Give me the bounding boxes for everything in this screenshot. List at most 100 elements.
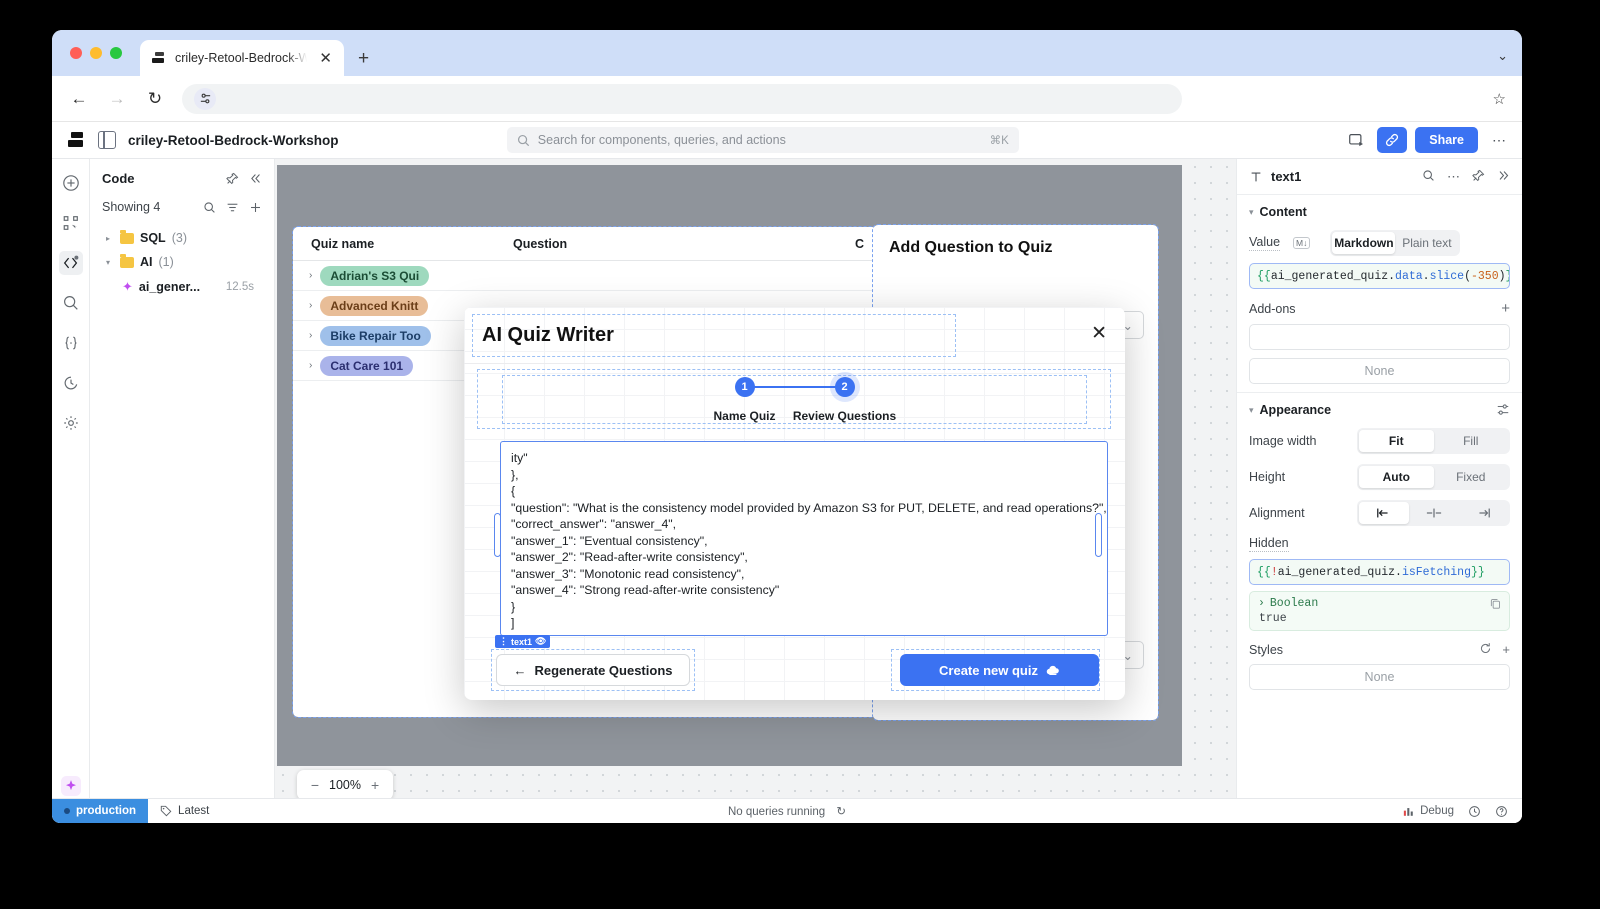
add-addon-icon[interactable]: + [1501, 300, 1510, 317]
step-2[interactable]: 2 Review Questions [790, 377, 900, 423]
segment-fill[interactable]: Fill [1434, 430, 1509, 452]
retool-toolbar: criley-Retool-Bedrock-Workshop Search fo… [52, 122, 1522, 159]
branch-selector[interactable]: Latest [148, 805, 221, 817]
more-options-icon[interactable]: ⋯ [1486, 127, 1512, 153]
segment-fit[interactable]: Fit [1359, 430, 1434, 452]
inspector-pin-icon[interactable] [1472, 169, 1485, 185]
canvas-zoom-control[interactable]: − 100% + [297, 770, 393, 800]
align-left-icon[interactable] [1359, 502, 1409, 524]
appearance-settings-icon[interactable] [1496, 403, 1510, 417]
chevron-down-icon[interactable]: ▾ [106, 258, 114, 267]
expand-row-icon[interactable]: › [309, 330, 312, 341]
segment-markdown[interactable]: Markdown [1332, 232, 1396, 254]
environment-badge[interactable]: production [52, 798, 149, 823]
regenerate-questions-button[interactable]: ← Regenerate Questions [496, 654, 690, 686]
add-component-icon[interactable] [59, 171, 83, 195]
new-tab-button[interactable]: + [358, 49, 369, 68]
browser-tab[interactable]: criley-Retool-Bedrock-Works ✕ [140, 40, 344, 76]
expand-row-icon[interactable]: › [309, 300, 312, 311]
close-modal-icon[interactable]: ✕ [1091, 324, 1107, 343]
settings-gear-icon[interactable] [59, 411, 83, 435]
debug-label: Debug [1420, 805, 1454, 817]
tree-folder-sql[interactable]: ▸ SQL (3) [90, 226, 274, 250]
expand-row-icon[interactable]: › [309, 360, 312, 371]
align-right-icon[interactable] [1458, 502, 1508, 524]
value-format-segmented[interactable]: Markdown Plain text [1330, 230, 1461, 256]
reload-icon[interactable]: ↻ [144, 88, 166, 110]
height-segmented[interactable]: Auto Fixed [1357, 464, 1510, 490]
segment-plain-text[interactable]: Plain text [1395, 232, 1458, 254]
image-width-segmented[interactable]: Fit Fill [1357, 428, 1510, 454]
toggle-panel-icon[interactable] [98, 131, 116, 149]
left-resize-handle[interactable] [494, 513, 501, 557]
selected-component-badge[interactable]: ⋮ text1 👁 [495, 635, 551, 648]
search-queries-icon[interactable] [203, 201, 216, 214]
addons-value[interactable] [1249, 324, 1510, 350]
inspector-expand-icon[interactable] [1497, 169, 1510, 185]
components-tree-icon[interactable] [59, 211, 83, 235]
value-code-input[interactable]: {{ai_generated_quiz.data.slice(-350)}} [1249, 263, 1510, 289]
help-icon[interactable] [1495, 805, 1508, 818]
inspector-more-icon[interactable]: ⋯ [1447, 169, 1460, 185]
content-section-header[interactable]: ▾ Content [1237, 195, 1522, 225]
pin-icon[interactable] [226, 172, 239, 185]
create-new-quiz-button[interactable]: Create new quiz [900, 654, 1099, 686]
hidden-eye-icon[interactable]: 👁 [535, 636, 546, 647]
chevron-down-icon[interactable]: ▾ [1249, 405, 1254, 416]
history-icon[interactable] [1468, 805, 1481, 818]
state-variables-icon[interactable] [59, 331, 83, 355]
zoom-in-button[interactable]: + [371, 777, 379, 793]
tree-folder-ai[interactable]: ▾ AI (1) [90, 250, 274, 274]
chevron-right-icon[interactable]: ▸ [106, 234, 114, 243]
forward-icon[interactable]: → [106, 88, 128, 110]
share-link-icon[interactable] [1377, 127, 1408, 153]
debug-button[interactable]: Debug [1403, 805, 1454, 817]
ai-assistant-icon[interactable] [59, 774, 83, 798]
tree-item-ai-query[interactable]: ✦ ai_gener... 12.5s [90, 274, 274, 300]
filter-queries-icon[interactable] [226, 201, 239, 214]
align-center-icon[interactable] [1409, 502, 1459, 524]
alignment-segmented[interactable] [1357, 500, 1510, 526]
zoom-out-button[interactable]: − [311, 777, 319, 793]
appearance-section-header[interactable]: ▾ Appearance [1237, 393, 1522, 423]
global-search-input[interactable]: Search for components, queries, and acti… [506, 127, 1019, 153]
generated-quiz-json-viewer[interactable]: ity" }, { "question": "What is the consi… [500, 441, 1108, 636]
site-settings-icon[interactable] [194, 87, 216, 110]
segment-fixed[interactable]: Fixed [1434, 466, 1509, 488]
column-header-question[interactable]: Question [513, 237, 855, 251]
address-bar[interactable] [182, 83, 1182, 114]
chevron-right-icon[interactable]: › [1258, 597, 1265, 610]
window-traffic-lights[interactable] [66, 30, 128, 76]
drag-handle-icon[interactable]: ⋮ [499, 636, 508, 647]
maximize-window-button[interactable] [110, 47, 122, 59]
add-query-icon[interactable] [249, 201, 262, 214]
expand-row-icon[interactable]: › [309, 270, 312, 281]
collapse-panel-icon[interactable] [249, 172, 262, 185]
step-1[interactable]: 1 Name Quiz [690, 377, 800, 423]
table-row[interactable]: › Adrian's S3 Qui [293, 261, 881, 291]
add-style-icon[interactable]: + [1502, 642, 1510, 657]
close-window-button[interactable] [70, 47, 82, 59]
search-panel-icon[interactable] [59, 291, 83, 315]
code-panel-icon[interactable] [58, 251, 83, 275]
history-icon[interactable] [59, 371, 83, 395]
close-tab-icon[interactable]: ✕ [315, 49, 336, 68]
bookmark-star-icon[interactable]: ☆ [1493, 90, 1506, 108]
chevron-down-icon[interactable]: ▾ [1249, 207, 1254, 218]
vertical-scrollbar-thumb[interactable] [1095, 513, 1102, 557]
share-button[interactable]: Share [1415, 127, 1478, 153]
column-header-quiz-name[interactable]: Quiz name [293, 237, 513, 251]
back-icon[interactable]: ← [68, 88, 90, 110]
styles-none-box[interactable]: None [1249, 664, 1510, 690]
reset-styles-icon[interactable] [1479, 642, 1492, 657]
chevron-down-icon[interactable]: ⌄ [1497, 48, 1508, 64]
hidden-code-input[interactable]: {{!ai_generated_quiz.isFetching}} [1249, 559, 1510, 585]
segment-auto[interactable]: Auto [1359, 466, 1434, 488]
minimize-window-button[interactable] [90, 47, 102, 59]
inspector-search-icon[interactable] [1422, 169, 1435, 185]
preview-app-icon[interactable] [1343, 127, 1369, 153]
copy-icon[interactable] [1490, 598, 1501, 609]
step-2-circle[interactable]: 2 [834, 377, 855, 397]
addons-none-box[interactable]: None [1249, 358, 1510, 384]
styles-label: Styles [1249, 642, 1284, 657]
